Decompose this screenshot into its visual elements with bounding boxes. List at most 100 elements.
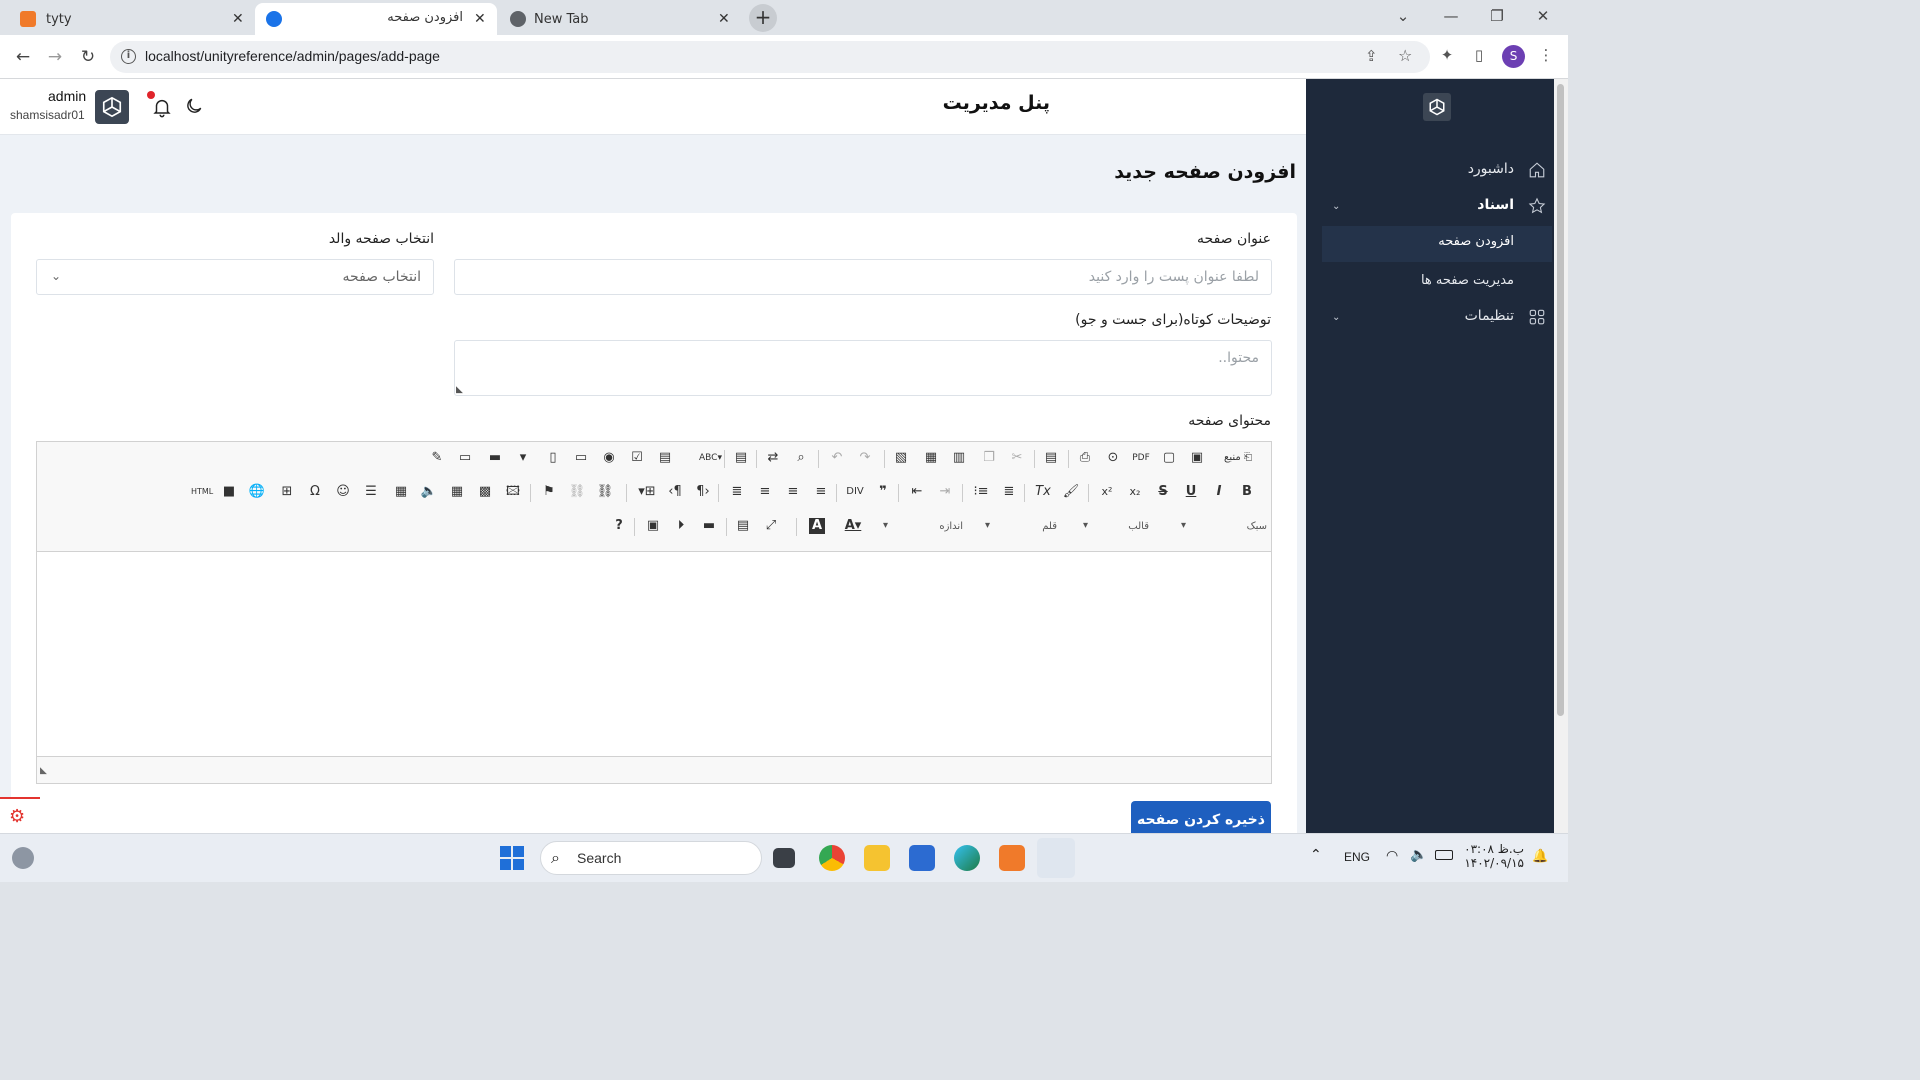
video-icon[interactable]: ■ — [219, 482, 239, 502]
replace-icon[interactable]: ⇄ — [763, 448, 783, 468]
copy-icon[interactable]: ❐ — [979, 448, 999, 468]
subscript-icon[interactable]: x₂ — [1125, 482, 1145, 502]
paste-word-icon[interactable]: ▧ — [891, 448, 911, 468]
bookmark-star-icon[interactable]: ☆ — [1398, 46, 1412, 65]
paste-icon[interactable]: ▥ — [949, 448, 969, 468]
outdent-icon[interactable]: ⇤ — [907, 482, 927, 502]
save-icon[interactable]: ▣ — [1187, 448, 1207, 468]
special-char-icon[interactable]: Ω — [305, 482, 325, 502]
resize-handle-icon[interactable]: ◣ — [40, 766, 47, 776]
tray-chevron-icon[interactable]: ⌃ — [1310, 847, 1322, 863]
side-panel-icon[interactable]: ▯ — [1468, 46, 1490, 64]
close-tab-icon[interactable]: ✕ — [474, 11, 486, 27]
find-icon[interactable]: ⌕ — [791, 448, 811, 468]
paste-file-icon[interactable]: ▣ — [643, 516, 663, 536]
copy-format-icon[interactable]: 🖌 — [1061, 482, 1081, 502]
audio-icon[interactable]: 🔈 — [419, 482, 439, 502]
hidden-field-icon[interactable]: ✎ — [427, 448, 447, 468]
minimize-button[interactable]: — — [1428, 0, 1474, 32]
preview-icon[interactable]: ⊙ — [1103, 448, 1123, 468]
language-indicator[interactable]: ENG — [1344, 850, 1370, 864]
show-blocks-icon[interactable]: ▤ — [733, 516, 753, 536]
remove-format-icon[interactable]: Tx — [1033, 482, 1053, 502]
form-icon[interactable]: ▤ — [655, 448, 675, 468]
export-pdf-icon[interactable]: PDF — [1131, 448, 1151, 468]
menu-icon[interactable]: ⋮ — [1535, 46, 1557, 64]
format-combo[interactable]: قالب ▾ — [1077, 516, 1173, 538]
source-button[interactable]: منبع ⎗ — [1215, 448, 1261, 468]
spellcheck-icon[interactable]: ABC▾ — [699, 448, 722, 468]
weather-icon[interactable] — [12, 847, 34, 869]
page-break-icon[interactable]: ⊞ — [277, 482, 297, 502]
align-justify-icon[interactable]: ≣ — [727, 482, 747, 502]
close-window-button[interactable]: ✕ — [1520, 0, 1566, 32]
extensions-icon[interactable]: ✦ — [1436, 46, 1458, 64]
strike-icon[interactable]: S — [1153, 482, 1173, 502]
clock[interactable]: ۰۳:۰۸ ب.ظ ۱۴۰۲/۰۹/۱۵ — [1464, 842, 1524, 870]
new-page-icon[interactable]: ▢ — [1159, 448, 1179, 468]
textarea-icon[interactable]: ▯ — [543, 448, 563, 468]
file-explorer-icon[interactable] — [864, 845, 890, 871]
bulleted-list-icon[interactable]: ⁝≡ — [971, 482, 991, 502]
indent-icon[interactable]: ⇥ — [935, 482, 955, 502]
tab-tyty[interactable]: tyty ✕ — [8, 3, 252, 35]
tab-add-page[interactable]: افزودن صفحه ✕ — [255, 3, 497, 35]
taskbar-search[interactable]: ⌕ Search — [540, 841, 762, 875]
align-right-icon[interactable]: ≡ — [755, 482, 775, 502]
checkbox-icon[interactable]: ☑ — [627, 448, 647, 468]
site-info-icon[interactable]: i — [121, 49, 136, 64]
battery-icon[interactable] — [1435, 850, 1453, 860]
debugbar-toggle[interactable]: ⚙ — [0, 797, 40, 833]
resize-handle-icon[interactable]: ◣ — [456, 385, 463, 395]
page-title-input[interactable]: لطفا عنوان پست را وارد کنید — [454, 259, 1272, 295]
table-icon[interactable]: ▦ — [391, 482, 411, 502]
embed-icon[interactable]: ▦ — [447, 482, 467, 502]
language-icon[interactable]: ▾⊞ — [637, 482, 657, 502]
cut-icon[interactable]: ✂ — [1007, 448, 1027, 468]
store-icon[interactable] — [909, 845, 935, 871]
textfield-icon[interactable]: ▭ — [571, 448, 591, 468]
superscript-icon[interactable]: x² — [1097, 482, 1117, 502]
text-color-icon[interactable]: A▾ — [843, 516, 863, 536]
edge-icon[interactable] — [954, 845, 980, 871]
italic-icon[interactable]: I — [1209, 482, 1229, 502]
user-avatar[interactable] — [95, 90, 129, 124]
select-field-icon[interactable]: ▾ — [513, 448, 533, 468]
save-page-button[interactable]: ذخیره کردن صفحه — [1131, 801, 1271, 833]
parent-page-select[interactable]: انتخاب صفحه ⌄ — [36, 259, 434, 295]
font-combo[interactable]: قلم ▾ — [979, 516, 1075, 538]
address-bar[interactable]: i localhost/unityreference/admin/pages/a… — [110, 41, 1430, 73]
close-tab-icon[interactable]: ✕ — [232, 11, 244, 27]
sidebar-item-settings[interactable]: تنظیمات ⌄ — [1306, 304, 1554, 332]
unlink-icon[interactable]: ⛓ — [567, 482, 587, 502]
restore-button[interactable]: ❐ — [1474, 0, 1520, 32]
sidebar-item-dashboard[interactable]: داشبورد — [1306, 157, 1554, 185]
reload-icon[interactable]: ↻ — [75, 44, 101, 70]
templates-icon[interactable]: ▤ — [1041, 448, 1061, 468]
tab-search-icon[interactable]: ⌄ — [1380, 0, 1426, 32]
iframe-icon[interactable]: 🌐 — [247, 482, 267, 502]
bold-icon[interactable]: B — [1237, 482, 1257, 502]
maximize-icon[interactable]: ⤢ — [761, 516, 781, 536]
share-icon[interactable]: ⇪ — [1365, 47, 1378, 65]
align-left-icon[interactable]: ≡ — [811, 482, 831, 502]
moon-icon[interactable] — [184, 96, 204, 116]
numbered-list-icon[interactable]: ≣ — [999, 482, 1019, 502]
div-icon[interactable]: DIV — [845, 482, 865, 502]
horizontal-rule-icon[interactable]: ☰ — [361, 482, 381, 502]
snipping-tool-icon[interactable] — [1037, 838, 1075, 878]
undo-icon[interactable]: ↶ — [827, 448, 847, 468]
scrollbar-thumb[interactable] — [1557, 84, 1564, 716]
print-icon[interactable]: ⎙ — [1075, 448, 1095, 468]
back-icon[interactable]: ← — [10, 44, 36, 70]
sidebar-item-add-page[interactable]: افزودن صفحه — [1322, 226, 1552, 262]
anchor-icon[interactable]: ⚑ — [539, 482, 559, 502]
blockquote-icon[interactable]: ❞ — [873, 482, 893, 502]
smiley-icon[interactable]: ☺ — [333, 482, 353, 502]
redo-icon[interactable]: ↷ — [855, 448, 875, 468]
tab-new-tab[interactable]: New Tab ✕ — [500, 3, 740, 35]
ltr-icon[interactable]: ¶› — [693, 482, 713, 502]
new-tab-button[interactable]: + — [749, 4, 777, 32]
description-textarea[interactable]: محتوا.. ◣ — [454, 340, 1272, 396]
image-icon[interactable]: 🖾 — [503, 482, 523, 502]
